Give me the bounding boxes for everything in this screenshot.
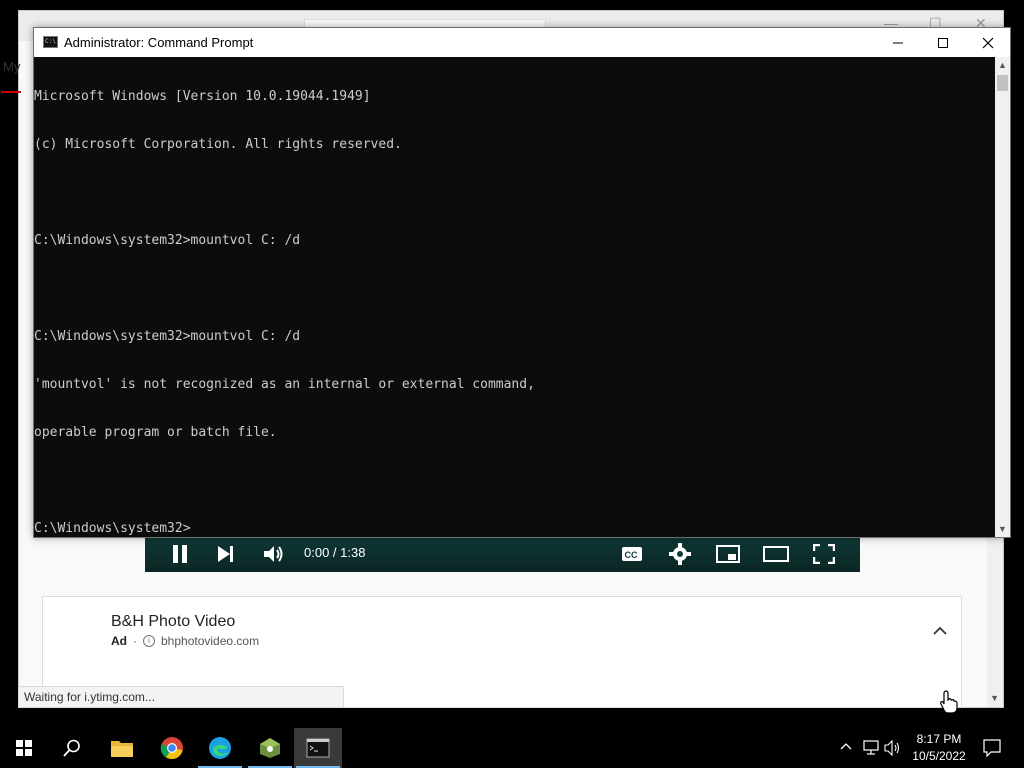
ad-domain[interactable]: bhphotovideo.com <box>161 634 259 648</box>
console-line: C:\Windows\system32>mountvol C: /d <box>34 329 301 344</box>
captions-button[interactable]: CC <box>620 543 644 565</box>
taskbar-command-prompt[interactable] <box>294 728 342 768</box>
taskbar-chrome[interactable] <box>148 728 196 768</box>
fullscreen-button[interactable] <box>812 543 836 565</box>
command-prompt-window: C:\ Administrator: Command Prompt Micros… <box>33 27 1011 538</box>
ad-meta: Ad · i bhphotovideo.com <box>111 634 259 648</box>
settings-button[interactable] <box>668 543 692 565</box>
page-left-text-fragment: My <box>3 59 21 74</box>
hand-cursor-icon <box>940 690 958 719</box>
cmd-titlebar[interactable]: C:\ Administrator: Command Prompt <box>34 28 1010 57</box>
scroll-down-arrow-icon[interactable]: ▼ <box>990 693 999 703</box>
taskbar-file-explorer[interactable] <box>98 728 146 768</box>
maximize-icon <box>938 37 948 48</box>
console-line: 'mountvol' is not recognized as an inter… <box>34 377 535 392</box>
minimize-icon <box>893 42 903 43</box>
minimize-button[interactable] <box>875 28 921 57</box>
theater-mode-button[interactable] <box>763 543 789 565</box>
console-line: (c) Microsoft Corporation. All rights re… <box>34 137 402 152</box>
chevron-up-icon[interactable] <box>840 740 852 758</box>
ad-title[interactable]: B&H Photo Video <box>111 613 235 631</box>
taskbar-edge[interactable] <box>196 728 244 768</box>
ad-separator: · <box>133 634 137 648</box>
console-prompt-line[interactable]: C:\Windows\system32> <box>34 521 995 537</box>
command-prompt-icon: C:\ <box>43 36 58 48</box>
edge-icon <box>209 737 231 759</box>
console-line: Microsoft Windows [Version 10.0.19044.19… <box>34 89 371 104</box>
pause-button[interactable] <box>169 543 191 565</box>
svg-text:CC: CC <box>625 550 638 560</box>
info-icon[interactable]: i <box>143 635 155 647</box>
maximize-button[interactable] <box>920 28 966 57</box>
pause-icon <box>173 545 187 563</box>
volume-icon[interactable] <box>884 739 902 761</box>
network-icon[interactable] <box>862 740 880 761</box>
scroll-up-arrow-icon[interactable]: ▲ <box>998 60 1007 70</box>
status-text: Waiting for i.ytimg.com... <box>24 690 155 704</box>
ad-label: Ad <box>111 634 127 648</box>
start-icon <box>16 740 32 756</box>
console-output[interactable]: Microsoft Windows [Version 10.0.19044.19… <box>34 57 995 537</box>
chrome-icon <box>160 737 183 760</box>
theater-mode-icon <box>763 546 789 562</box>
next-button[interactable] <box>215 543 237 565</box>
scrollbar-thumb[interactable] <box>997 75 1008 91</box>
scroll-down-arrow-icon[interactable]: ▼ <box>998 524 1007 534</box>
miniplayer-icon <box>716 545 740 563</box>
browser-status-bar: Waiting for i.ytimg.com... <box>18 686 344 708</box>
notification-icon[interactable] <box>983 739 1001 762</box>
volume-button[interactable] <box>261 543 287 565</box>
file-explorer-icon <box>111 741 133 757</box>
clock-date: 10/5/2022 <box>912 749 966 763</box>
clock-time: 8:17 PM <box>916 732 962 746</box>
cmd-scrollbar[interactable]: ▲ ▼ <box>995 57 1010 537</box>
start-button[interactable] <box>0 728 48 768</box>
video-controls-bar: 0:00 / 1:38 CC <box>145 535 860 572</box>
close-icon <box>982 37 994 48</box>
captions-icon: CC <box>622 547 642 561</box>
console-line: operable program or batch file. <box>34 425 277 440</box>
close-button[interactable] <box>965 28 1011 57</box>
clock[interactable]: 8:17 PM 10/5/2022 <box>908 731 970 765</box>
fullscreen-icon <box>813 544 835 564</box>
search-button[interactable] <box>48 728 96 768</box>
cmd-window-title: Administrator: Command Prompt <box>64 35 254 50</box>
taskbar: 8:17 PM 10/5/2022 <box>0 728 1024 768</box>
gear-icon <box>669 543 691 565</box>
search-icon <box>63 739 80 757</box>
miniplayer-button[interactable] <box>715 543 741 565</box>
app-icon <box>260 738 280 758</box>
chevron-up-icon[interactable] <box>933 623 947 641</box>
page-accent-line <box>1 91 21 93</box>
video-time: 0:00 / 1:38 <box>304 545 366 560</box>
volume-icon <box>264 546 283 562</box>
taskbar-app[interactable] <box>246 728 294 768</box>
next-icon <box>218 546 233 562</box>
console-line: C:\Windows\system32>mountvol C: /d <box>34 233 301 248</box>
command-prompt-icon <box>306 738 330 758</box>
